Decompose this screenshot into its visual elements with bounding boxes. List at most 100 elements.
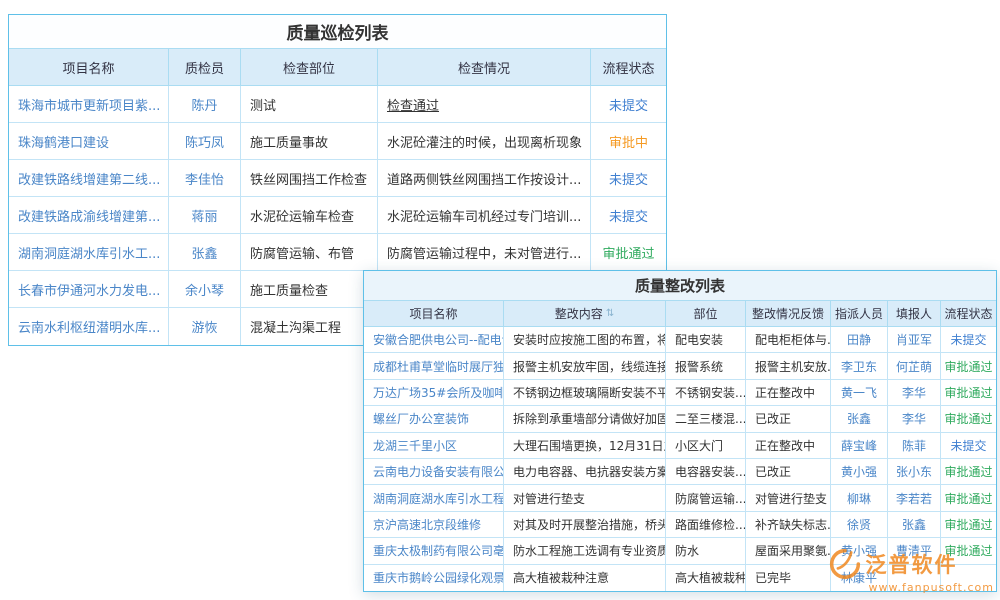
- cell-part: 路面维修检...: [666, 512, 746, 538]
- cell-project[interactable]: 改建铁路成渝线增建第...: [9, 197, 169, 234]
- cell-status: 审批通过: [941, 353, 996, 379]
- cell-project[interactable]: 成都杜甫草堂临时展厅独立展...: [364, 353, 504, 379]
- rectification-table-title: 质量整改列表: [364, 271, 996, 301]
- cell-part: 水泥砼运输车检查: [241, 197, 378, 234]
- cell-reporter: 李若若: [888, 485, 941, 511]
- brand-url: www.fanpusoft.com: [869, 581, 994, 594]
- cell-project[interactable]: 云南电力设备安装有限公司20...: [364, 459, 504, 485]
- cell-status: 未提交: [591, 160, 666, 197]
- cell-feedback: 正在整改中: [746, 433, 831, 459]
- cell-feedback: 已改正: [746, 406, 831, 432]
- cell-inspector: 陈丹: [169, 86, 241, 123]
- cell-part: 不锈钢安装...: [666, 380, 746, 406]
- table-row[interactable]: 改建铁路成渝线增建第...蒋丽水泥砼运输车检查水泥砼运输车司机经过专门培训...…: [9, 197, 666, 234]
- cell-reporter: 张小东: [888, 459, 941, 485]
- column-header-project: 项目名称: [364, 301, 504, 327]
- column-header-label: 填报人: [896, 305, 932, 322]
- cell-situation: 防腐管运输过程中，未对管进行...: [378, 234, 591, 271]
- cell-feedback: 已完毕: [746, 565, 831, 591]
- cell-part: 防腐管运输...: [666, 485, 746, 511]
- cell-content: 防水工程施工选调有专业资质...: [504, 538, 666, 564]
- column-header-label: 质检员: [185, 58, 224, 77]
- cell-part: 施工质量检查: [241, 271, 378, 308]
- quality-rectification-table: 质量整改列表 项目名称整改内容⇅ 部位 整改情况反馈指派人员填报人流程状态 安徽合肥…: [363, 270, 997, 592]
- column-header-label: 部位: [693, 305, 717, 322]
- cell-part: 测试: [241, 86, 378, 123]
- column-header-status: 流程状态: [941, 301, 996, 327]
- column-header-label: 检查情况: [458, 58, 510, 77]
- cell-situation: 道路两侧铁丝网围挡工作按设计...: [378, 160, 591, 197]
- cell-status: 审批中: [591, 123, 666, 160]
- cell-project[interactable]: 珠海市城市更新项目紫...: [9, 86, 169, 123]
- cell-part: 防腐管运输、布管: [241, 234, 378, 271]
- column-header-label: 流程状态: [944, 305, 992, 322]
- cell-status: 审批通过: [941, 512, 996, 538]
- table-row[interactable]: 安徽合肥供电公司--配电设备...安装时应按施工图的布置，将...配电安装配电柜…: [364, 327, 996, 353]
- cell-situation: 水泥砼灌注的时候，出现离析现象: [378, 123, 591, 160]
- table-row[interactable]: 万达广场35#会所及咖啡厅空...不锈钢边框玻璃隔断安装不平...不锈钢安装..…: [364, 380, 996, 406]
- cell-part: 二至三楼混...: [666, 406, 746, 432]
- column-header-assignee: 指派人员: [831, 301, 888, 327]
- cell-part: 高大植被栽种: [666, 565, 746, 591]
- cell-part: 小区大门: [666, 433, 746, 459]
- cell-project[interactable]: 珠海鹤港口建设: [9, 123, 169, 160]
- cell-reporter: 张鑫: [888, 512, 941, 538]
- table-row[interactable]: 云南电力设备安装有限公司20...电力电容器、电抗器安装方案...电容器安装..…: [364, 459, 996, 485]
- table-row[interactable]: 螺丝厂办公室装饰拆除到承重墙部分请做好加固...二至三楼混...已改正张鑫李华审…: [364, 406, 996, 432]
- column-header-label: 整改情况反馈: [752, 305, 824, 322]
- cell-project[interactable]: 京沪高速北京段维修: [364, 512, 504, 538]
- cell-reporter: 李华: [888, 406, 941, 432]
- cell-reporter: 何芷萌: [888, 353, 941, 379]
- cell-content: 对其及时开展整治措施，桥头...: [504, 512, 666, 538]
- column-header-project: 项目名称: [9, 49, 169, 86]
- cell-status: 审批通过: [941, 485, 996, 511]
- rectification-table-header-row: 项目名称整改内容⇅ 部位 整改情况反馈指派人员填报人流程状态: [364, 301, 996, 327]
- table-row[interactable]: 成都杜甫草堂临时展厅独立展...报警主机安放牢固，线缆连接...报警系统报警主机…: [364, 353, 996, 379]
- brand-watermark: 泛普软件 www.fanpusoft.com: [829, 548, 994, 594]
- cell-feedback: 配电柜柜体与...: [746, 327, 831, 353]
- cell-reporter: 肖亚军: [888, 327, 941, 353]
- cell-project[interactable]: 万达广场35#会所及咖啡厅空...: [364, 380, 504, 406]
- table-row[interactable]: 湖南洞庭湖水库引水工程施工标对管进行垫支防腐管运输...对管进行垫支柳琳李若若审…: [364, 485, 996, 511]
- cell-project[interactable]: 重庆太极制药有限公司亳州中...: [364, 538, 504, 564]
- cell-feedback: 补齐缺失标志...: [746, 512, 831, 538]
- table-row[interactable]: 珠海鹤港口建设陈巧凤施工质量事故水泥砼灌注的时候，出现离析现象审批中: [9, 123, 666, 160]
- cell-feedback: 对管进行垫支: [746, 485, 831, 511]
- table-row[interactable]: 湖南洞庭湖水库引水工...张鑫防腐管运输、布管防腐管运输过程中，未对管进行...…: [9, 234, 666, 271]
- cell-project[interactable]: 湖南洞庭湖水库引水工程施工标: [364, 485, 504, 511]
- cell-content: 安装时应按施工图的布置，将...: [504, 327, 666, 353]
- cell-part: 混凝土沟渠工程: [241, 308, 378, 345]
- brand-name: 泛普软件: [866, 549, 958, 579]
- cell-content: 对管进行垫支: [504, 485, 666, 511]
- cell-assignee: 柳琳: [831, 485, 888, 511]
- cell-project[interactable]: 重庆市鹅岭公园绿化观景提升...: [364, 565, 504, 591]
- cell-project[interactable]: 龙湖三千里小区: [364, 433, 504, 459]
- cell-project[interactable]: 长春市伊通河水力发电...: [9, 271, 169, 308]
- cell-content: 电力电容器、电抗器安装方案...: [504, 459, 666, 485]
- cell-project[interactable]: 安徽合肥供电公司--配电设备...: [364, 327, 504, 353]
- cell-inspector: 游恢: [169, 308, 241, 345]
- cell-status: 审批通过: [941, 406, 996, 432]
- cell-project[interactable]: 螺丝厂办公室装饰: [364, 406, 504, 432]
- cell-part: 电容器安装...: [666, 459, 746, 485]
- column-header-label: 流程状态: [602, 58, 654, 77]
- cell-content: 拆除到承重墙部分请做好加固...: [504, 406, 666, 432]
- cell-project[interactable]: 湖南洞庭湖水库引水工...: [9, 234, 169, 271]
- table-row[interactable]: 龙湖三千里小区大理石围墙更换，12月31日之...小区大门正在整改中薛宝峰陈菲未…: [364, 433, 996, 459]
- cell-assignee: 田静: [831, 327, 888, 353]
- cell-inspector: 李佳怡: [169, 160, 241, 197]
- cell-project[interactable]: 改建铁路线增建第二线...: [9, 160, 169, 197]
- table-row[interactable]: 京沪高速北京段维修对其及时开展整治措施，桥头...路面维修检...补齐缺失标志.…: [364, 512, 996, 538]
- table-row[interactable]: 珠海市城市更新项目紫...陈丹测试检查通过未提交: [9, 86, 666, 123]
- column-header-part: 检查部位: [241, 49, 378, 86]
- cell-part: 施工质量事故: [241, 123, 378, 160]
- fanpu-logo-icon: [829, 548, 861, 580]
- inspection-table-title: 质量巡检列表: [9, 15, 666, 49]
- column-header-content[interactable]: 整改内容⇅: [504, 301, 666, 327]
- table-row[interactable]: 改建铁路线增建第二线...李佳怡铁丝网围挡工作检查道路两侧铁丝网围挡工作按设计.…: [9, 160, 666, 197]
- cell-assignee: 张鑫: [831, 406, 888, 432]
- cell-inspector: 蒋丽: [169, 197, 241, 234]
- cell-status: 未提交: [941, 327, 996, 353]
- cell-project[interactable]: 云南水利枢纽潜明水库...: [9, 308, 169, 345]
- cell-feedback: 报警主机安放...: [746, 353, 831, 379]
